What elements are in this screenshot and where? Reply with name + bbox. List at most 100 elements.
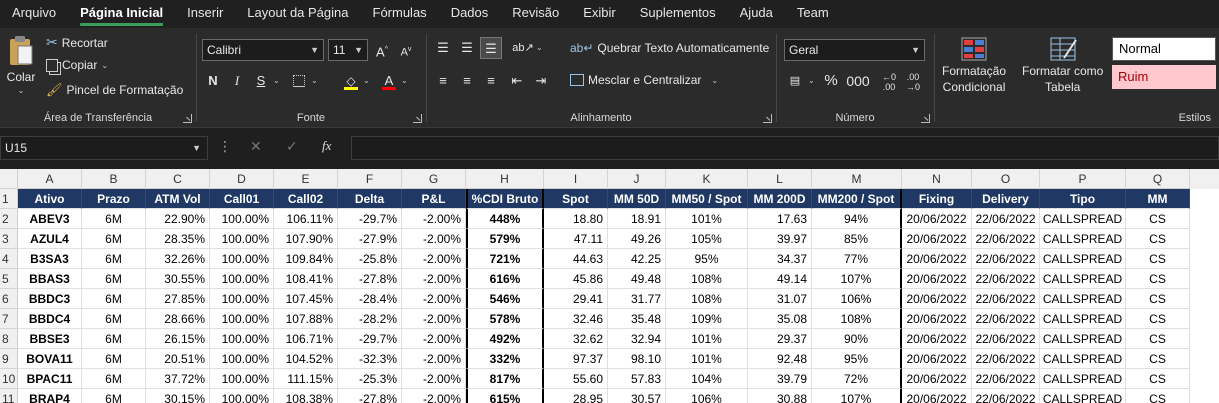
font-color-icon[interactable]: A	[378, 70, 400, 92]
table-cell[interactable]: 721%	[466, 249, 544, 269]
table-cell[interactable]: 100.00%	[210, 329, 274, 349]
column-header-k[interactable]: K	[666, 169, 748, 189]
table-cell[interactable]: -2.00%	[402, 329, 466, 349]
column-header-a[interactable]: A	[18, 169, 82, 189]
menu-tab-ajuda[interactable]: Ajuda	[728, 0, 785, 28]
conditional-formatting-button[interactable]: Formatação Condicional	[942, 36, 1006, 94]
table-cell[interactable]: 30.88	[748, 389, 812, 403]
column-header-b[interactable]: B	[82, 169, 146, 189]
table-cell[interactable]: 90%	[812, 329, 902, 349]
row-header[interactable]: 5	[0, 269, 18, 289]
table-cell[interactable]: 32.26%	[146, 249, 210, 269]
table-cell[interactable]: 32.62	[544, 329, 608, 349]
menu-tab-team[interactable]: Team	[785, 0, 841, 28]
table-cell[interactable]: CALLSPREAD	[1040, 209, 1126, 229]
fill-color-icon[interactable]: ◇	[340, 70, 362, 92]
table-cell[interactable]: 100.00%	[210, 369, 274, 389]
align-bottom-icon[interactable]: ☰	[480, 37, 502, 59]
table-cell[interactable]: 45.86	[544, 269, 608, 289]
table-cell[interactable]: 44.63	[544, 249, 608, 269]
table-cell[interactable]: 6M	[82, 329, 146, 349]
table-cell[interactable]: 6M	[82, 309, 146, 329]
format-as-table-button[interactable]: Formatar como Tabela	[1022, 36, 1103, 94]
table-cell[interactable]: BPAC11	[18, 369, 82, 389]
table-cell[interactable]: 100.00%	[210, 349, 274, 369]
table-cell[interactable]: 28.95	[544, 389, 608, 403]
table-cell[interactable]: 106.11%	[274, 209, 338, 229]
table-cell[interactable]: BBDC4	[18, 309, 82, 329]
table-cell[interactable]: 111.15%	[274, 369, 338, 389]
table-cell[interactable]: CALLSPREAD	[1040, 349, 1126, 369]
table-header-cell[interactable]: Ativo	[18, 189, 82, 209]
table-cell[interactable]: CS	[1126, 369, 1190, 389]
table-cell[interactable]: BBSE3	[18, 329, 82, 349]
table-cell[interactable]: 448%	[466, 209, 544, 229]
table-cell[interactable]: 108.38%	[274, 389, 338, 403]
table-cell[interactable]: -2.00%	[402, 349, 466, 369]
table-cell[interactable]: 20/06/2022	[902, 289, 972, 309]
table-cell[interactable]: BOVA11	[18, 349, 82, 369]
column-header-l[interactable]: L	[748, 169, 812, 189]
underline-button[interactable]: S	[250, 70, 272, 92]
align-center-icon[interactable]: ≡	[456, 70, 478, 92]
table-cell[interactable]: CALLSPREAD	[1040, 289, 1126, 309]
table-cell[interactable]: 108.41%	[274, 269, 338, 289]
table-cell[interactable]: 34.37	[748, 249, 812, 269]
table-cell[interactable]: 107.45%	[274, 289, 338, 309]
table-cell[interactable]: CALLSPREAD	[1040, 329, 1126, 349]
table-cell[interactable]: 578%	[466, 309, 544, 329]
decrease-indent-icon[interactable]: ⇤	[506, 70, 528, 92]
table-cell[interactable]: 39.97	[748, 229, 812, 249]
table-cell[interactable]: 20/06/2022	[902, 369, 972, 389]
italic-button[interactable]: I	[226, 70, 248, 92]
orientation-icon[interactable]: ab↗	[512, 37, 534, 59]
table-header-cell[interactable]: MM50 / Spot	[666, 189, 748, 209]
table-cell[interactable]: 107%	[812, 269, 902, 289]
row-header[interactable]: 4	[0, 249, 18, 269]
thousands-separator-button[interactable]: 000	[844, 70, 872, 92]
table-cell[interactable]: 100.00%	[210, 289, 274, 309]
row-header[interactable]: 10	[0, 369, 18, 389]
increase-decimal-icon[interactable]: ←0.00	[878, 70, 900, 92]
table-cell[interactable]: 22/06/2022	[972, 249, 1040, 269]
table-cell[interactable]: 104.52%	[274, 349, 338, 369]
row-header[interactable]: 9	[0, 349, 18, 369]
column-header-m[interactable]: M	[812, 169, 902, 189]
table-cell[interactable]: 27.85%	[146, 289, 210, 309]
font-size-select[interactable]: 11 ▼	[328, 39, 368, 61]
table-cell[interactable]: 20/06/2022	[902, 269, 972, 289]
table-cell[interactable]: CALLSPREAD	[1040, 229, 1126, 249]
table-cell[interactable]: 6M	[82, 369, 146, 389]
column-header-q[interactable]: Q	[1126, 169, 1190, 189]
table-cell[interactable]: 6M	[82, 229, 146, 249]
table-cell[interactable]: 108%	[666, 289, 748, 309]
table-header-cell[interactable]: MM	[1126, 189, 1190, 209]
table-cell[interactable]: 30.15%	[146, 389, 210, 403]
table-cell[interactable]: 107.90%	[274, 229, 338, 249]
table-cell[interactable]: 20/06/2022	[902, 349, 972, 369]
table-cell[interactable]: 20/06/2022	[902, 309, 972, 329]
table-cell[interactable]: 77%	[812, 249, 902, 269]
table-cell[interactable]: 100.00%	[210, 309, 274, 329]
table-cell[interactable]: CALLSPREAD	[1040, 389, 1126, 403]
table-cell[interactable]: 108%	[666, 269, 748, 289]
table-header-cell[interactable]: MM200 / Spot	[812, 189, 902, 209]
table-cell[interactable]: 6M	[82, 269, 146, 289]
table-cell[interactable]: -25.8%	[338, 249, 402, 269]
column-header-c[interactable]: C	[146, 169, 210, 189]
table-header-cell[interactable]: Call02	[274, 189, 338, 209]
table-cell[interactable]: B3SA3	[18, 249, 82, 269]
name-box[interactable]: U15 ▼	[0, 136, 208, 160]
menu-tab-suplementos[interactable]: Suplementos	[628, 0, 728, 28]
table-cell[interactable]: CALLSPREAD	[1040, 249, 1126, 269]
percent-button[interactable]: %	[820, 70, 842, 92]
table-cell[interactable]: CS	[1126, 249, 1190, 269]
increase-indent-icon[interactable]: ⇥	[530, 70, 552, 92]
table-cell[interactable]: 100.00%	[210, 269, 274, 289]
table-header-cell[interactable]: ATM Vol	[146, 189, 210, 209]
table-cell[interactable]: 22/06/2022	[972, 309, 1040, 329]
menu-tab-exibir[interactable]: Exibir	[571, 0, 628, 28]
table-cell[interactable]: 35.08	[748, 309, 812, 329]
table-cell[interactable]: ABEV3	[18, 209, 82, 229]
table-cell[interactable]: 817%	[466, 369, 544, 389]
